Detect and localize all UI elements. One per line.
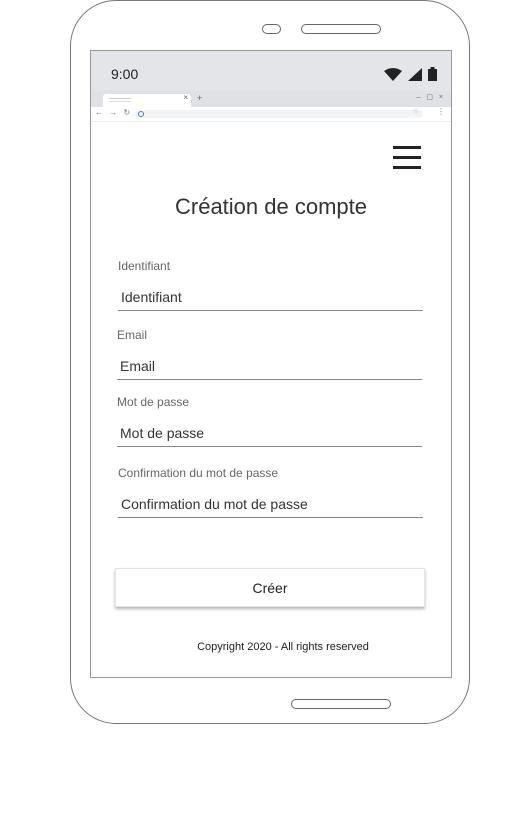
password-input[interactable]	[117, 419, 422, 447]
username-input[interactable]	[118, 283, 423, 311]
phone-screen: 9:00 × + – ▢ × ← → ↻ ☆ ⋮ Création de com…	[90, 50, 452, 678]
google-icon	[138, 111, 144, 117]
copyright-footer: Copyright 2020 - All rights reserved	[197, 641, 369, 653]
browser-menu-icon[interactable]: ⋮	[437, 107, 445, 116]
tab-title-placeholder	[109, 98, 131, 99]
status-bar: 9:00	[91, 51, 451, 91]
new-tab-button[interactable]: +	[197, 93, 202, 103]
wifi-icon	[384, 67, 402, 81]
browser-tab[interactable]: ×	[103, 93, 191, 107]
status-icons	[384, 67, 437, 81]
bookmark-star-icon[interactable]: ☆	[413, 107, 419, 115]
email-input[interactable]	[117, 352, 422, 380]
status-time: 9:00	[111, 66, 139, 82]
navigation-buttons[interactable]: ← → ↻	[95, 108, 132, 117]
front-camera	[262, 24, 281, 34]
address-bar[interactable]: ☆	[135, 107, 423, 118]
password-field: Mot de passe	[117, 395, 422, 447]
password-confirm-input[interactable]	[118, 490, 423, 518]
window-controls[interactable]: – ▢ ×	[417, 93, 445, 101]
browser-tab-strip: × + – ▢ ×	[91, 91, 451, 107]
hamburger-menu-icon[interactable]	[393, 146, 421, 170]
username-field: Identifiant	[118, 259, 423, 311]
create-account-button[interactable]: Créer	[115, 568, 425, 607]
password-confirm-field: Confirmation du mot de passe	[118, 466, 423, 518]
password-label: Mot de passe	[117, 395, 190, 409]
signal-icon	[408, 67, 422, 81]
battery-icon	[428, 67, 437, 81]
earpiece-speaker	[301, 24, 381, 34]
email-field: Email	[117, 328, 422, 380]
home-button[interactable]	[291, 699, 391, 709]
password-confirm-label: Confirmation du mot de passe	[118, 466, 279, 480]
browser-toolbar: ← → ↻ ☆ ⋮	[91, 107, 451, 122]
page-title: Création de compte	[175, 194, 367, 219]
close-tab-icon[interactable]: ×	[183, 93, 188, 102]
email-label: Email	[117, 328, 148, 342]
username-label: Identifiant	[118, 259, 171, 273]
